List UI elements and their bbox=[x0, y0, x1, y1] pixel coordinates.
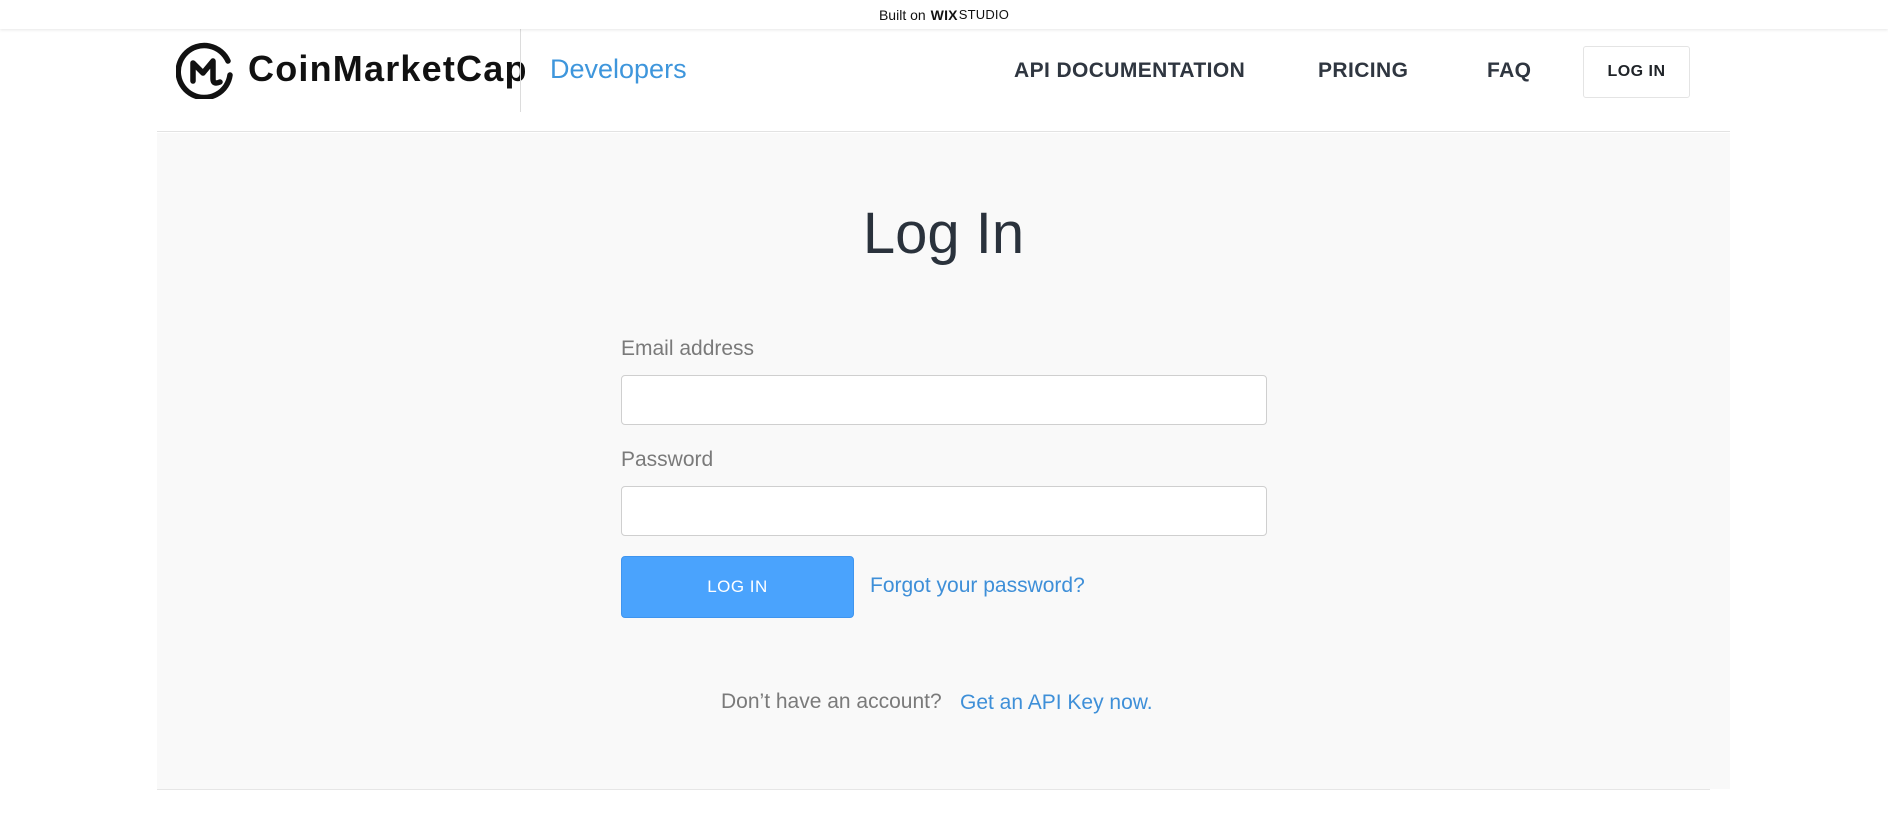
email-label: Email address bbox=[621, 337, 755, 360]
header-login-button[interactable]: LOG IN bbox=[1583, 46, 1690, 98]
developers-link[interactable]: Developers bbox=[550, 54, 687, 85]
email-input[interactable] bbox=[621, 375, 1267, 425]
login-submit-button[interactable]: LOG IN bbox=[621, 556, 854, 618]
wix-studio-banner[interactable]: Built on WIX STUDIO bbox=[0, 0, 1888, 29]
header-divider bbox=[520, 29, 521, 112]
no-account-text: Don’t have an account? bbox=[721, 690, 942, 713]
page-title: Log In bbox=[862, 201, 1025, 266]
coinmarketcap-logo-icon bbox=[176, 42, 233, 99]
wix-brand-text: WIX bbox=[930, 6, 958, 23]
nav-pricing[interactable]: PRICING bbox=[1318, 59, 1408, 83]
password-label: Password bbox=[621, 448, 714, 471]
wix-product-text: STUDIO bbox=[958, 7, 1010, 22]
password-input[interactable] bbox=[621, 486, 1267, 536]
forgot-password-link[interactable]: Forgot your password? bbox=[870, 574, 1085, 598]
logo-link[interactable]: CoinMarketCap bbox=[176, 39, 528, 99]
footer-divider bbox=[157, 789, 1710, 790]
nav-faq[interactable]: FAQ bbox=[1487, 59, 1531, 83]
site-header: CoinMarketCap Developers API DOCUMENTATI… bbox=[157, 29, 1730, 132]
brand-name: CoinMarketCap bbox=[248, 48, 528, 89]
nav-api-documentation[interactable]: API DOCUMENTATION bbox=[1014, 59, 1245, 83]
get-api-key-link[interactable]: Get an API Key now. bbox=[960, 691, 1153, 715]
built-on-text: Built on bbox=[878, 6, 926, 23]
login-panel: Log In Email address Password LOG IN For… bbox=[157, 133, 1730, 789]
